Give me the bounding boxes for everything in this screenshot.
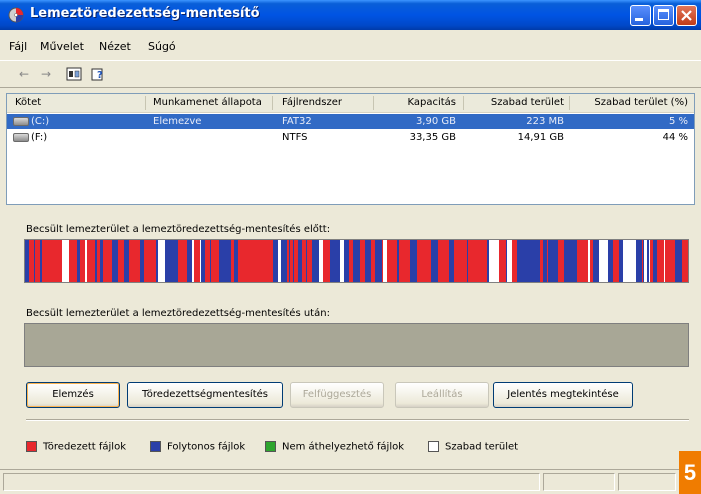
volume-name: (F:) bbox=[31, 132, 48, 143]
column-header-free-space[interactable]: Szabad terület bbox=[491, 97, 564, 108]
volume-row[interactable]: (F:) NTFS 33,35 GB 14,91 GB 44 % bbox=[7, 130, 694, 145]
column-header-filesystem[interactable]: Fájlrendszer bbox=[282, 97, 342, 108]
title-bar[interactable]: Lemeztöredezettség-mentesítő bbox=[0, 0, 701, 30]
legend-unmovable: Nem áthelyezhető fájlok bbox=[265, 441, 404, 453]
minimize-button[interactable] bbox=[630, 5, 651, 26]
legend-fragmented-label: Töredezett fájlok bbox=[43, 441, 126, 453]
defrag-app-icon bbox=[8, 7, 24, 23]
stop-button[interactable]: Leállítás bbox=[395, 382, 489, 408]
drive-icon bbox=[13, 133, 29, 142]
forward-arrow-icon[interactable]: → bbox=[38, 66, 54, 82]
divider bbox=[26, 419, 689, 421]
column-separator[interactable] bbox=[463, 96, 464, 110]
volume-list-header: Kötet Munkamenet állapota Fájlrendszer K… bbox=[7, 94, 694, 113]
column-separator[interactable] bbox=[272, 96, 273, 110]
properties-icon[interactable] bbox=[66, 66, 82, 82]
status-pane-2 bbox=[543, 473, 615, 491]
session-status: Elemezve bbox=[153, 116, 202, 127]
menu-help[interactable]: Súgó bbox=[148, 40, 176, 53]
maximize-button[interactable] bbox=[653, 5, 674, 26]
after-disk-map bbox=[24, 323, 689, 367]
after-map-label: Becsült lemezterület a lemeztöredezettsé… bbox=[26, 308, 330, 319]
legend-contiguous-label: Folytonos fájlok bbox=[167, 441, 246, 453]
view-report-button[interactable]: Jelentés megtekintése bbox=[493, 382, 633, 408]
legend-swatch-free bbox=[428, 441, 439, 452]
volume-list[interactable]: Kötet Munkamenet állapota Fájlrendszer K… bbox=[6, 93, 695, 205]
legend-contiguous: Folytonos fájlok bbox=[150, 441, 245, 453]
column-separator[interactable] bbox=[145, 96, 146, 110]
analyze-button[interactable]: Elemzés bbox=[26, 382, 120, 408]
minimize-icon bbox=[635, 18, 643, 21]
filesystem: NTFS bbox=[282, 132, 308, 143]
capacity: 3,90 GB bbox=[415, 116, 456, 127]
column-separator[interactable] bbox=[373, 96, 374, 110]
free-space: 14,91 GB bbox=[517, 132, 564, 143]
status-pane-main bbox=[3, 473, 540, 491]
before-disk-map bbox=[24, 239, 689, 283]
before-map-label: Becsült lemezterület a lemeztöredezettsé… bbox=[26, 224, 331, 235]
status-bar bbox=[0, 469, 701, 494]
drive-icon bbox=[13, 117, 29, 126]
legend-fragmented: Töredezett fájlok bbox=[26, 441, 126, 453]
window-title: Lemeztöredezettség-mentesítő bbox=[30, 6, 260, 21]
maximize-icon bbox=[658, 9, 669, 20]
defragment-button[interactable]: Töredezettségmentesítés bbox=[127, 382, 283, 408]
free-space-pct: 5 % bbox=[668, 116, 688, 127]
column-header-volume[interactable]: Kötet bbox=[15, 97, 41, 108]
menu-view[interactable]: Nézet bbox=[99, 40, 131, 53]
menu-bar: Fájl Művelet Nézet Súgó bbox=[0, 30, 701, 60]
volume-name: (C:) bbox=[31, 116, 50, 127]
back-arrow-icon[interactable]: ← bbox=[16, 66, 32, 82]
free-space-pct: 44 % bbox=[662, 132, 688, 143]
pause-button[interactable]: Felfüggesztés bbox=[290, 382, 384, 408]
toolbar: ← → ? bbox=[0, 60, 701, 88]
help-icon[interactable]: ? bbox=[90, 66, 106, 82]
legend-swatch-unmovable bbox=[265, 441, 276, 452]
capacity: 33,35 GB bbox=[409, 132, 456, 143]
legend-free-label: Szabad terület bbox=[445, 441, 519, 453]
free-space: 223 MB bbox=[526, 116, 564, 127]
legend-free: Szabad terület bbox=[428, 441, 518, 453]
status-pane-3 bbox=[618, 473, 676, 491]
page-number-badge: 5 bbox=[679, 451, 701, 494]
column-header-capacity[interactable]: Kapacitás bbox=[407, 97, 456, 108]
close-button[interactable] bbox=[676, 5, 697, 26]
legend-swatch-contiguous bbox=[150, 441, 161, 452]
svg-text:?: ? bbox=[97, 70, 103, 81]
column-separator[interactable] bbox=[569, 96, 570, 110]
legend-swatch-fragmented bbox=[26, 441, 37, 452]
menu-file[interactable]: Fájl bbox=[9, 40, 27, 53]
close-icon bbox=[681, 10, 692, 21]
filesystem: FAT32 bbox=[282, 116, 312, 127]
menu-action[interactable]: Művelet bbox=[40, 40, 84, 53]
column-header-session-status[interactable]: Munkamenet állapota bbox=[153, 97, 262, 108]
volume-row[interactable]: (C:) Elemezve FAT32 3,90 GB 223 MB 5 % bbox=[7, 114, 694, 129]
column-header-free-space-pct[interactable]: Szabad terület (%) bbox=[594, 97, 688, 108]
before-disk-map-stripes bbox=[25, 240, 688, 282]
legend-unmovable-label: Nem áthelyezhető fájlok bbox=[282, 441, 405, 453]
